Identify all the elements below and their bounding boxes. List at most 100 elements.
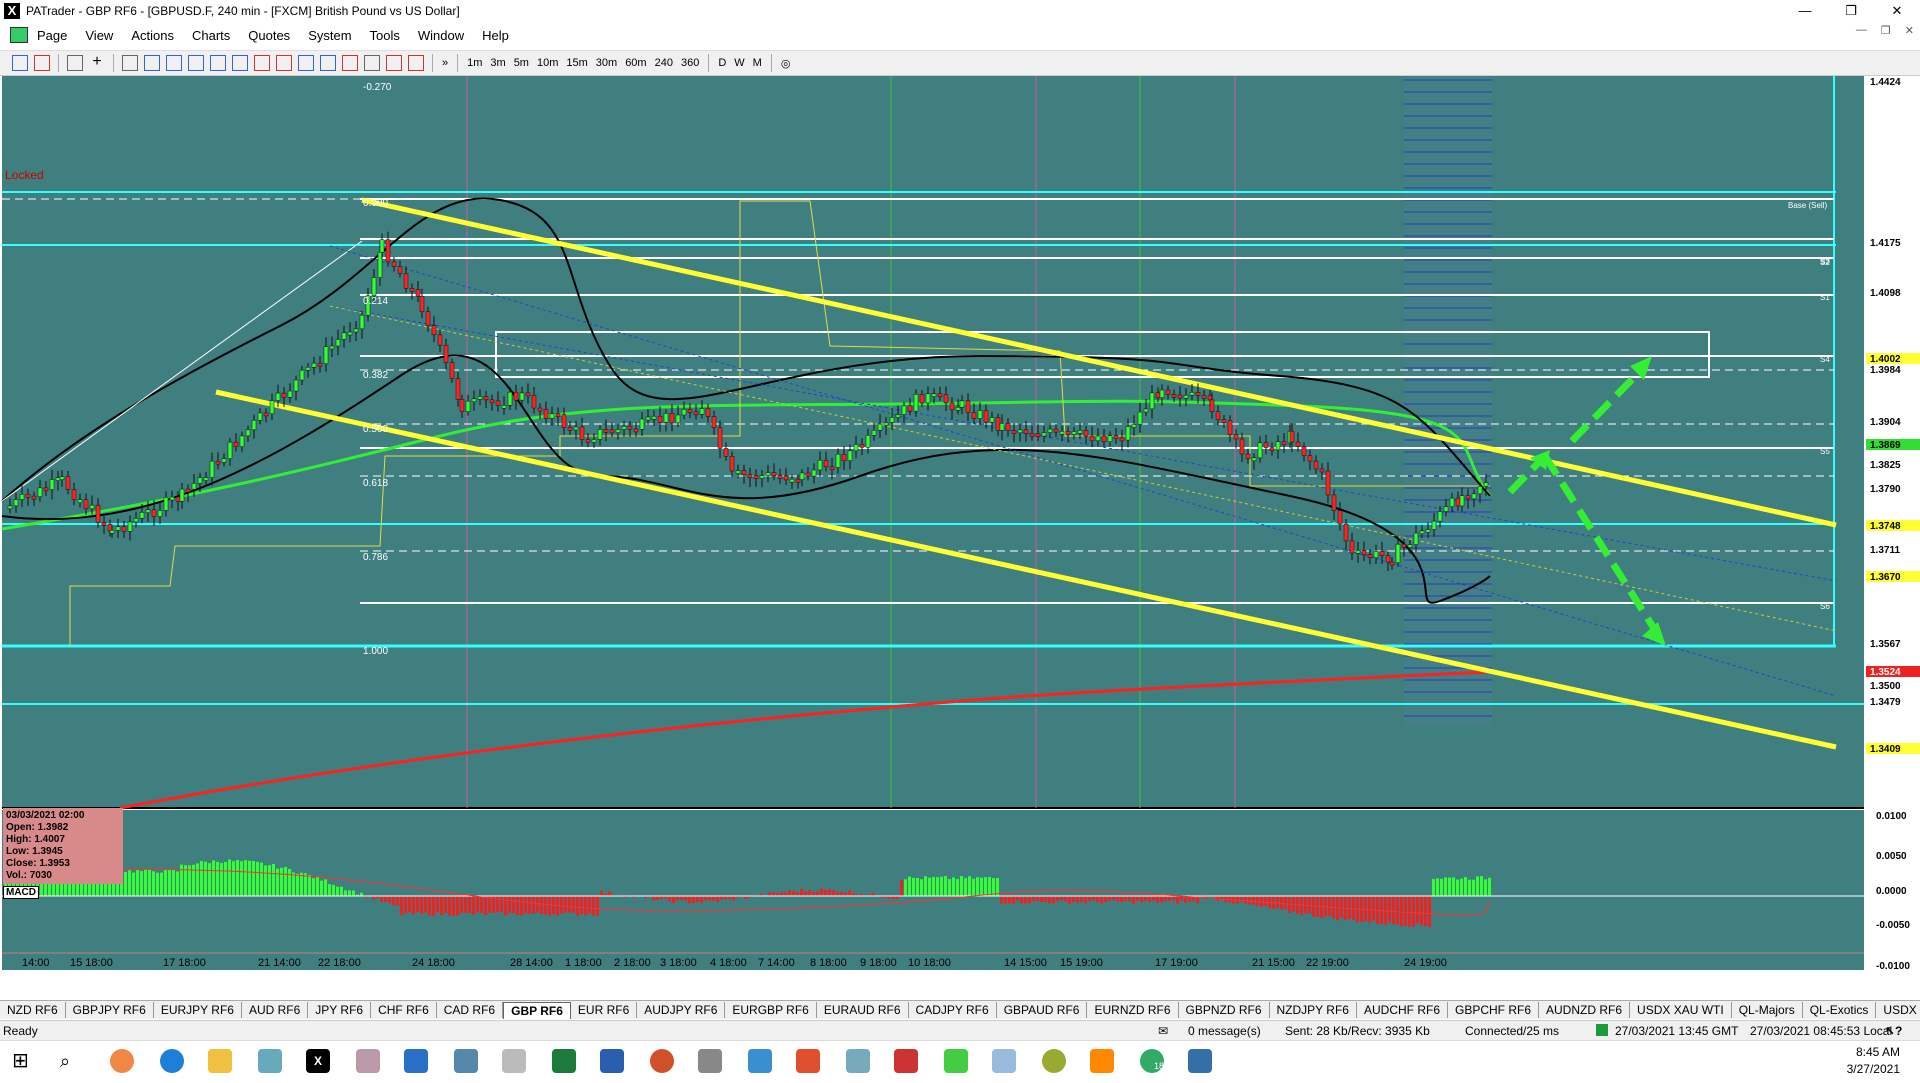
app-icon-box[interactable] [698, 1049, 722, 1073]
tab-usdx-rf6[interactable]: USDX RF6 [1876, 1002, 1920, 1018]
mdi-minimize-icon[interactable]: — [1856, 24, 1867, 37]
fib-ext-icon[interactable] [254, 55, 270, 71]
tab-usdx-xau-wti[interactable]: USDX XAU WTI [1630, 1002, 1732, 1018]
search-icon[interactable]: ⌕ [60, 1049, 84, 1073]
mdi-close-icon[interactable]: ✕ [1905, 24, 1914, 37]
cursor-icon[interactable] [122, 55, 138, 71]
sell-icon[interactable] [34, 55, 50, 71]
patrader-taskbar-icon[interactable]: X [306, 1049, 330, 1073]
app-icon-orange[interactable] [1090, 1049, 1114, 1073]
app-icon-w[interactable] [1042, 1049, 1066, 1073]
menu-help[interactable]: Help [473, 28, 518, 43]
menu-view[interactable]: View [76, 28, 122, 43]
text-icon[interactable] [364, 55, 380, 71]
menu-charts[interactable]: Charts [183, 28, 239, 43]
tab-ql-majors[interactable]: QL-Majors [1732, 1002, 1803, 1018]
vline-icon[interactable] [166, 55, 182, 71]
file-explorer-icon[interactable] [208, 1049, 232, 1073]
tf-1m[interactable]: 1m [463, 57, 486, 69]
buy-icon[interactable] [12, 55, 28, 71]
tab-euraud-rf6[interactable]: EURAUD RF6 [817, 1002, 909, 1018]
tab-eurnzd-rf6[interactable]: EURNZD RF6 [1087, 1002, 1178, 1018]
tab-ql-exotics[interactable]: QL-Exotics [1803, 1002, 1877, 1018]
chrome-icon[interactable] [110, 1049, 134, 1073]
tab-cad-rf6[interactable]: CAD RF6 [437, 1002, 503, 1018]
tab-eur-rf6[interactable]: EUR RF6 [571, 1002, 637, 1018]
zones-icon[interactable] [408, 55, 424, 71]
tab-chf-rf6[interactable]: CHF RF6 [371, 1002, 437, 1018]
excel-icon[interactable] [552, 1049, 576, 1073]
mail-icon[interactable]: ✉ [1158, 1024, 1168, 1038]
app-icon-teal[interactable] [846, 1049, 870, 1073]
app-icon-bird[interactable] [894, 1049, 918, 1073]
tf-monthly[interactable]: M [749, 57, 766, 69]
channel-icon[interactable] [210, 55, 226, 71]
calculator-icon[interactable] [454, 1049, 478, 1073]
edge-icon[interactable] [160, 1049, 184, 1073]
tf-15m[interactable]: 15m [562, 57, 591, 69]
tab-nzdjpy-rf6[interactable]: NZDJPY RF6 [1270, 1002, 1357, 1018]
app-icon-photo[interactable] [1188, 1049, 1212, 1073]
tab-eurgbp-rf6[interactable]: EURGBP RF6 [725, 1002, 816, 1018]
trendline-icon[interactable] [188, 55, 204, 71]
tab-eurjpy-rf6[interactable]: EURJPY RF6 [154, 1002, 242, 1018]
app-icon-grey[interactable] [502, 1049, 526, 1073]
tab-cadjpy-rf6[interactable]: CADJPY RF6 [909, 1002, 997, 1018]
tf-weekly[interactable]: W [730, 57, 748, 69]
minimize-button[interactable]: — [1782, 0, 1828, 22]
hline-icon[interactable] [144, 55, 160, 71]
tab-jpy-rf6[interactable]: JPY RF6 [308, 1002, 371, 1018]
mdi-restore-icon[interactable]: ❐ [1881, 24, 1891, 37]
outlook-icon[interactable] [404, 1049, 428, 1073]
app-icon-monitor[interactable] [992, 1049, 1016, 1073]
rectangle-icon[interactable] [276, 55, 292, 71]
tab-gbpaud-rf6[interactable]: GBPAUD RF6 [997, 1002, 1088, 1018]
levels-icon[interactable] [342, 55, 358, 71]
help-cursor-icon[interactable]: ↖? [1885, 1024, 1902, 1038]
pitchfork-icon[interactable] [386, 55, 402, 71]
menu-tools[interactable]: Tools [361, 28, 409, 43]
menu-actions[interactable]: Actions [122, 28, 183, 43]
app-icon-s-red[interactable] [796, 1049, 820, 1073]
tab-audnzd-rf6[interactable]: AUDNZD RF6 [1539, 1002, 1630, 1018]
tab-gbp-rf6[interactable]: GBP RF6 [503, 1002, 571, 1019]
chart-icon[interactable] [67, 55, 83, 71]
close-button[interactable]: ✕ [1874, 0, 1920, 22]
chart-area[interactable]: -0.270 0.000 0.214 0.382 0.500 0.618 0.7… [0, 76, 1920, 996]
crosshair-icon[interactable]: + [89, 55, 105, 71]
gann-icon[interactable] [298, 55, 314, 71]
powerpoint-icon[interactable] [650, 1049, 674, 1073]
tf-daily[interactable]: D [714, 57, 730, 69]
tf-30m[interactable]: 30m [592, 57, 621, 69]
cycle-icon[interactable] [320, 55, 336, 71]
app-icon-stylus[interactable] [258, 1049, 282, 1073]
tab-gbpnzd-rf6[interactable]: GBPNZD RF6 [1179, 1002, 1270, 1018]
tf-240[interactable]: 240 [651, 57, 677, 69]
tab-audchf-rf6[interactable]: AUDCHF RF6 [1357, 1002, 1448, 1018]
price-chart-svg[interactable]: -0.270 0.000 0.214 0.382 0.500 0.618 0.7… [0, 76, 1920, 996]
clock-icon[interactable]: ◎ [777, 57, 795, 70]
tf-60m[interactable]: 60m [621, 57, 650, 69]
tf-5m[interactable]: 5m [510, 57, 533, 69]
tf-360[interactable]: 360 [677, 57, 703, 69]
tab-aud-rf6[interactable]: AUD RF6 [242, 1002, 308, 1018]
app-icon-s-blue[interactable] [748, 1049, 772, 1073]
slack-icon[interactable]: 18 [1140, 1049, 1164, 1073]
tab-nzd-rf6[interactable]: NZD RF6 [0, 1002, 66, 1018]
taskbar-clock[interactable]: 8:45 AM 3/27/2021 [1847, 1044, 1900, 1078]
windows-start-icon[interactable]: ⊞ [12, 1049, 36, 1073]
menu-page[interactable]: Page [28, 28, 76, 43]
app-icon-green[interactable] [944, 1049, 968, 1073]
app-icon-purple[interactable] [356, 1049, 380, 1073]
fib-icon[interactable] [232, 55, 248, 71]
maximize-button[interactable]: ❐ [1828, 0, 1874, 22]
menu-system[interactable]: System [299, 28, 360, 43]
tf-10m[interactable]: 10m [533, 57, 562, 69]
tab-audjpy-rf6[interactable]: AUDJPY RF6 [637, 1002, 725, 1018]
more-tools-icon[interactable]: » [438, 57, 452, 69]
tf-3m[interactable]: 3m [486, 57, 509, 69]
status-messages[interactable]: 0 message(s) [1188, 1024, 1261, 1038]
menu-window[interactable]: Window [409, 28, 473, 43]
menu-quotes[interactable]: Quotes [239, 28, 299, 43]
tab-gbpjpy-rf6[interactable]: GBPJPY RF6 [66, 1002, 154, 1018]
